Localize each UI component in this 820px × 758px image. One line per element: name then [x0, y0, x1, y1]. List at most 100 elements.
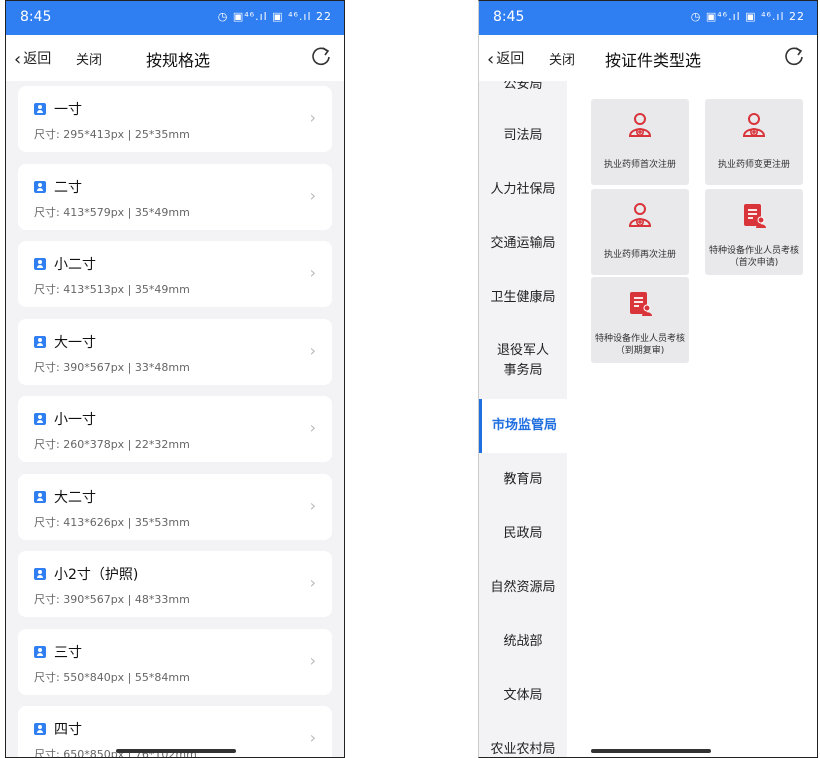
category-item[interactable]: 司法局 — [479, 109, 567, 163]
chevron-right-icon: › — [309, 263, 316, 282]
size-name-row: 三寸 — [34, 642, 82, 662]
category-item[interactable]: 统战部 — [479, 615, 567, 669]
category-item[interactable]: 公安局 — [479, 81, 567, 95]
certificate-label: 特种设备作业人员考核（首次申请) — [709, 246, 800, 268]
size-spec: 尺寸: 260*378px | 22*32mm — [34, 438, 190, 451]
certificate-tile[interactable]: 执业药师首次注册 — [591, 99, 689, 185]
certificate-label: 执业药师再次注册 — [603, 250, 676, 260]
refresh-icon[interactable] — [310, 45, 332, 67]
back-button[interactable]: ‹ 返回 — [487, 48, 524, 70]
size-card[interactable]: 小一寸尺寸: 260*378px | 22*32mm › — [18, 396, 332, 462]
pharmacist-icon — [628, 203, 652, 227]
category-item[interactable]: 退役军人事务局 — [479, 325, 567, 399]
home-indicator — [116, 749, 236, 753]
size-name-row: 四寸 — [34, 719, 82, 739]
size-name: 一寸 — [54, 102, 82, 118]
certificate-grid: 执业药师首次注册 执业药师变更注册执业药师再次注册 特种设备作业人员考核（首次申请)… — [567, 81, 817, 757]
chevron-right-icon: › — [309, 495, 316, 515]
person-icon — [34, 335, 46, 348]
size-name: 三寸 — [54, 644, 82, 661]
size-name-row: 小二寸 — [34, 254, 96, 274]
chevron-right-icon: › — [309, 418, 316, 437]
size-spec: 尺寸: 550*840px | 55*84mm — [34, 670, 190, 684]
certificate-tile[interactable]: 特种设备作业人员考核（到期复审) — [591, 277, 689, 363]
person-icon — [34, 645, 46, 658]
size-name-row: 大一寸 — [34, 332, 96, 352]
status-bar: 8:45 ◷ ▣⁴⁶.ıl ▣ ⁴⁶.ıl 22 — [479, 1, 817, 35]
category-item[interactable]: 自然资源局 — [479, 561, 567, 615]
close-button[interactable]: 关闭 — [76, 49, 102, 68]
pharmacist-icon — [628, 113, 652, 137]
certificate-label: 执业药师变更注册 — [717, 160, 790, 170]
chevron-left-icon: ‹ — [487, 49, 495, 70]
left-screen: 8:45 ◷ ▣⁴⁶.ıl ▣ ⁴⁶.ıl 22 ‹ 返回 关闭 按规格选 一寸尺… — [5, 0, 345, 758]
category-item[interactable]: 农业农村局 — [479, 723, 567, 757]
status-icons: ◷ ▣⁴⁶.ıl ▣ ⁴⁶.ıl 22 — [217, 10, 332, 23]
refresh-icon[interactable] — [783, 45, 805, 67]
person-icon — [34, 413, 46, 425]
size-spec: 尺寸: 413*513px | 35*49mm — [34, 283, 190, 296]
person-icon — [34, 490, 46, 503]
size-card[interactable]: 一寸尺寸: 295*413px | 25*35mm › — [18, 86, 332, 152]
chevron-right-icon: › — [309, 650, 316, 670]
category-item[interactable]: 文体局 — [479, 669, 567, 723]
size-card[interactable]: 大二寸尺寸: 413*626px | 35*53mm › — [18, 473, 332, 540]
size-list: 一寸尺寸: 295*413px | 25*35mm › 二寸尺寸: 413*579p… — [6, 81, 344, 757]
certificate-label: 执业药师首次注册 — [603, 160, 676, 170]
certificate-tile[interactable]: 执业药师变更注册 — [705, 99, 803, 185]
size-card[interactable]: 三寸尺寸: 550*840px | 55*84mm › — [18, 628, 332, 695]
size-spec: 尺寸: 390*567px | 48*33mm — [34, 593, 190, 606]
size-card[interactable]: 二寸 尺寸: 413*579px | 35*49mm › — [18, 163, 332, 230]
status-bar: 8:45 ◷ ▣⁴⁶.ıl ▣ ⁴⁶.ıl 22 — [6, 1, 344, 35]
back-label: 返回 — [23, 51, 52, 67]
chevron-right-icon: › — [309, 573, 316, 592]
size-name-row: 小2寸（护照) — [34, 564, 138, 584]
close-button[interactable]: 关闭 — [549, 49, 575, 68]
certificate-tile[interactable]: 特种设备作业人员考核（首次申请) — [705, 189, 803, 275]
person-icon — [34, 180, 46, 193]
certificate-tile[interactable]: 执业药师再次注册 — [591, 189, 689, 275]
size-card[interactable]: 大一寸尺寸: 390*567px | 33*48mm › — [18, 318, 332, 385]
size-spec: 尺寸: 413*579px | 35*49mm — [34, 205, 190, 219]
size-name-row: 一寸 — [34, 99, 82, 119]
size-name-row: 二寸 — [34, 177, 82, 197]
size-name: 大二寸 — [54, 489, 96, 506]
category-item[interactable]: 卫生健康局 — [479, 271, 567, 325]
chevron-right-icon: › — [309, 108, 316, 127]
size-name-row: 小一寸 — [34, 409, 96, 429]
status-time: 8:45 — [20, 9, 52, 25]
certificate-label: 特种设备作业人员考核（到期复审) — [595, 334, 686, 356]
size-card[interactable]: 小二寸尺寸: 413*513px | 35*49mm › — [18, 241, 332, 307]
nav-bar: ‹ 返回 关闭 按证件类型选 — [479, 35, 817, 81]
size-card[interactable]: 小2寸（护照) 尺寸: 390*567px | 48*33mm › — [18, 551, 332, 617]
size-name: 二寸 — [54, 179, 82, 196]
certificate-icon — [630, 292, 652, 316]
category-item[interactable]: 市场监管局 — [479, 399, 567, 453]
chevron-right-icon: › — [309, 340, 316, 360]
size-name: 大一寸 — [54, 334, 96, 351]
certificate-icon — [744, 204, 766, 228]
size-spec: 尺寸: 295*413px | 25*35mm — [34, 128, 190, 141]
right-screen: 8:45 ◷ ▣⁴⁶.ıl ▣ ⁴⁶.ıl 22 ‹ 返回 关闭 按证件类型选 公… — [478, 0, 818, 758]
person-icon — [34, 258, 46, 270]
size-spec: 尺寸: 390*567px | 33*48mm — [34, 360, 190, 374]
category-item[interactable]: 交通运输局 — [479, 217, 567, 271]
size-spec: 尺寸: 413*626px | 35*53mm — [34, 515, 190, 529]
back-button[interactable]: ‹ 返回 — [14, 48, 51, 70]
pharmacist-icon — [742, 113, 766, 137]
category-sidebar: 公安局司法局 人力社保局 交通运输局 卫生健康局 退役军人事务局 市场监管局 教育局 民政局自… — [479, 81, 567, 757]
size-name: 小2寸（护照) — [54, 567, 139, 583]
person-icon — [34, 103, 46, 115]
size-name: 四寸 — [54, 722, 82, 738]
page-title: 按规格选 — [146, 51, 211, 70]
back-label: 返回 — [496, 51, 525, 67]
status-icons: ◷ ▣⁴⁶.ıl ▣ ⁴⁶.ıl 22 — [690, 10, 805, 23]
category-item[interactable]: 民政局 — [479, 507, 567, 561]
person-icon — [34, 723, 46, 735]
home-indicator — [591, 749, 711, 753]
nav-bar: ‹ 返回 关闭 按规格选 — [6, 35, 344, 81]
category-item[interactable]: 教育局 — [479, 453, 567, 507]
person-icon — [34, 568, 46, 580]
category-item[interactable]: 人力社保局 — [479, 163, 567, 217]
size-name: 小二寸 — [54, 257, 96, 273]
